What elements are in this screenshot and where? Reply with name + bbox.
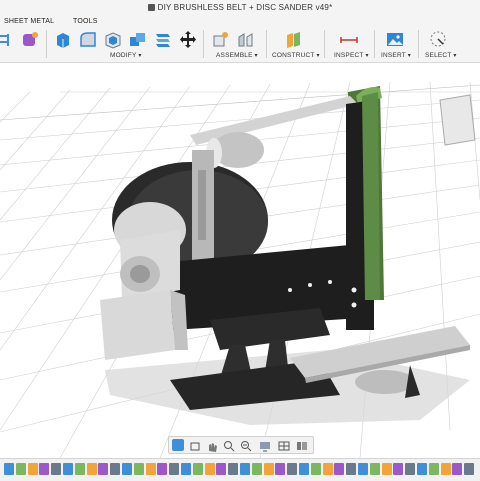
timeline-feature-icon[interactable] [228, 463, 239, 475]
joint-icon[interactable] [236, 30, 256, 49]
timeline-feature-icon[interactable] [4, 463, 14, 475]
ribbon-separator [266, 30, 267, 58]
look-at-icon[interactable] [189, 439, 201, 451]
timeline-feature-icon[interactable] [122, 463, 132, 475]
modify-menu[interactable]: MODIFY [110, 52, 142, 59]
timeline-feature-icon[interactable] [334, 463, 345, 475]
timeline-feature-icon[interactable] [381, 463, 392, 475]
table-hinge [355, 370, 415, 394]
timeline-feature-icon[interactable] [86, 463, 97, 475]
select-icon[interactable] [428, 30, 448, 49]
timeline-feature-icon[interactable] [428, 463, 439, 475]
timeline-feature-icon[interactable] [145, 463, 156, 475]
orbit-icon[interactable] [172, 439, 184, 451]
pan-icon[interactable] [206, 439, 218, 452]
timeline-feature-icon[interactable] [15, 463, 26, 475]
insert-image-icon[interactable] [385, 30, 405, 49]
timeline-feature-icon[interactable] [51, 463, 62, 475]
form-icon[interactable] [21, 30, 41, 49]
navigation-bar [168, 436, 314, 454]
timeline-feature-icon[interactable] [98, 463, 109, 475]
timeline-feature-icon[interactable] [251, 463, 262, 475]
tab-tools[interactable]: TOOLS [73, 18, 98, 25]
timeline-feature-icon[interactable] [369, 463, 380, 475]
timeline-feature-icon[interactable] [63, 463, 73, 475]
timeline-feature-icon[interactable] [464, 463, 475, 475]
ribbon-separator [418, 30, 419, 58]
document-icon [147, 4, 155, 11]
timeline-feature-icon[interactable] [74, 463, 85, 475]
timeline-feature-icon[interactable] [310, 463, 321, 475]
ribbon-separator [203, 30, 204, 58]
timeline-feature-icon[interactable] [27, 463, 38, 475]
timeline-feature-icon[interactable] [393, 463, 404, 475]
ribbon-separator [374, 30, 375, 58]
timeline-feature-icon[interactable] [417, 463, 427, 475]
tab-sheet-metal[interactable]: SHEET METAL [4, 18, 54, 25]
belt-top-edge [190, 96, 358, 145]
shell-icon[interactable] [103, 30, 123, 49]
press-pull-icon[interactable] [53, 30, 73, 49]
inspect-menu[interactable]: INSPECT [334, 52, 369, 59]
platen [362, 92, 380, 300]
sketch-icon[interactable] [0, 30, 20, 49]
insert-menu[interactable]: INSERT [381, 52, 411, 59]
ribbon-toolbar: DIY BRUSHLESS BELT + DISC SANDER v49* SH… [0, 0, 480, 63]
timeline-feature-icon[interactable] [169, 463, 180, 475]
timeline-feature-icon[interactable] [275, 463, 286, 475]
construct-menu[interactable]: CONSTRUCT [272, 52, 320, 59]
fillet-icon[interactable] [78, 30, 98, 49]
timeline-feature-icon[interactable] [110, 463, 121, 475]
combine-icon[interactable] [128, 30, 148, 49]
timeline-feature-icon[interactable] [287, 463, 298, 475]
timeline-feature-icon[interactable] [157, 463, 168, 475]
timeline-feature-icon[interactable] [358, 463, 368, 475]
electronics-box [100, 290, 175, 360]
new-component-icon[interactable] [211, 30, 231, 49]
zoom-icon[interactable] [223, 439, 235, 452]
timeline-feature-icon[interactable] [346, 463, 357, 475]
offset-plane-icon[interactable] [284, 30, 304, 49]
timeline-feature-icon[interactable] [181, 463, 191, 475]
grid-settings-icon[interactable] [278, 439, 290, 451]
select-menu[interactable]: SELECT [425, 52, 457, 59]
display-settings-icon[interactable] [259, 439, 271, 452]
timeline-feature-icon[interactable] [204, 463, 215, 475]
timeline-feature-icon[interactable] [440, 463, 451, 475]
design-timeline [0, 458, 480, 481]
viewports-icon[interactable] [296, 439, 308, 451]
document-title-text: DIY BRUSHLESS BELT + DISC SANDER v49* [157, 3, 333, 12]
timeline-feature-icon[interactable] [39, 463, 50, 475]
timeline-feature-icon[interactable] [322, 463, 333, 475]
timeline-feature-icon[interactable] [192, 463, 203, 475]
3d-viewport[interactable] [0, 63, 480, 458]
timeline-feature-icon[interactable] [133, 463, 144, 475]
assemble-menu[interactable]: ASSEMBLE [216, 52, 258, 59]
view-cube [439, 94, 476, 146]
timeline-feature-icon[interactable] [299, 463, 309, 475]
ribbon-separator [324, 30, 325, 58]
measure-icon[interactable] [339, 30, 359, 49]
timeline-feature-icon[interactable] [452, 463, 463, 475]
document-title: DIY BRUSHLESS BELT + DISC SANDER v49* [0, 3, 480, 12]
align-icon[interactable] [153, 30, 173, 49]
fit-icon[interactable] [240, 439, 252, 452]
timeline-feature-icon[interactable] [240, 463, 250, 475]
timeline-feature-icon[interactable] [216, 463, 227, 475]
model-canvas[interactable] [0, 63, 480, 458]
move-icon[interactable] [178, 30, 198, 49]
timeline-feature-icon[interactable] [263, 463, 274, 475]
timeline-feature-icon[interactable] [405, 463, 416, 475]
ribbon-separator [46, 30, 47, 58]
